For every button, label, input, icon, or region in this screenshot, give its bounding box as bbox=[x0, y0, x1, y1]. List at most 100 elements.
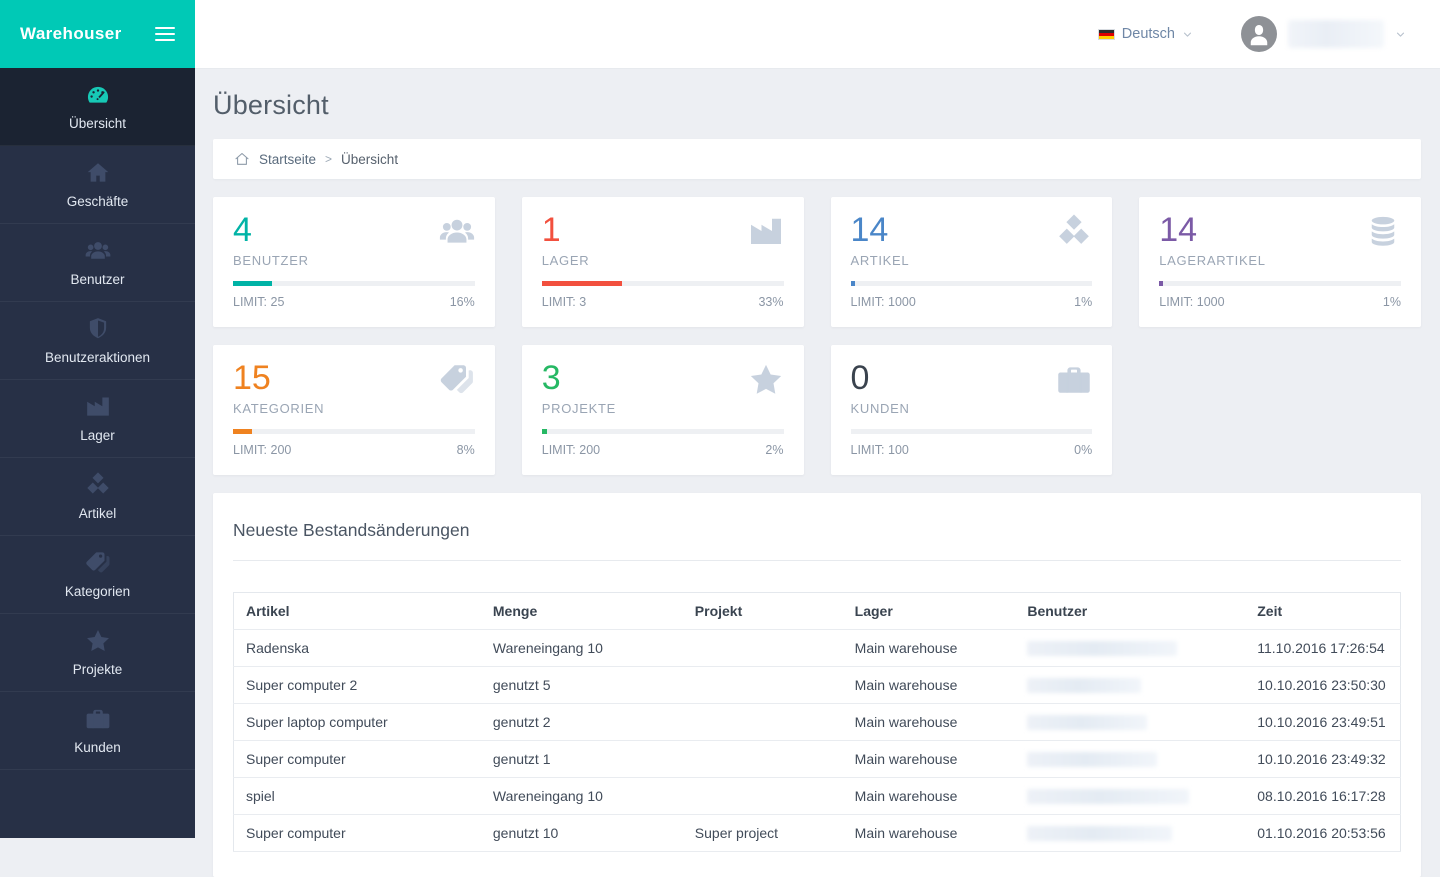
chevron-down-icon bbox=[1395, 29, 1406, 40]
users-icon bbox=[439, 214, 475, 250]
sidebar-item-kunden[interactable]: Kunden bbox=[0, 692, 195, 770]
stat-card-kunden: 0 KUNDEN LIMIT: 100 0% bbox=[830, 345, 1113, 475]
cell-menge: genutzt 1 bbox=[480, 740, 683, 778]
percent-text: 8% bbox=[456, 443, 475, 457]
app-logo: Warehouser bbox=[0, 0, 195, 68]
limit-progressbar bbox=[850, 429, 1093, 434]
table-row: Radenska Wareneingang 10 Main warehouse 11.… bbox=[233, 629, 1401, 667]
benutzer-redacted bbox=[1027, 825, 1173, 841]
factory-icon bbox=[748, 214, 784, 250]
app-title: Warehouser bbox=[20, 24, 122, 43]
cell-artikel: Super laptop computer bbox=[233, 703, 481, 741]
factory-icon bbox=[85, 394, 111, 420]
cell-benutzer bbox=[1015, 740, 1246, 778]
benutzer-redacted bbox=[1027, 714, 1148, 730]
cell-zeit: 10.10.2016 23:49:51 bbox=[1245, 703, 1401, 741]
topbar: Deutsch bbox=[195, 0, 1440, 68]
table-row: Super computer 2 genutzt 5 Main warehouse 1… bbox=[233, 666, 1401, 704]
star-icon bbox=[748, 362, 784, 398]
sidebar-item-kategorien[interactable]: Kategorien bbox=[0, 536, 195, 614]
stat-value: 4 bbox=[233, 211, 252, 249]
limit-progressbar bbox=[233, 281, 475, 286]
cell-benutzer bbox=[1015, 629, 1246, 667]
sidebar-item-artikel[interactable]: Artikel bbox=[0, 458, 195, 536]
limit-text: LIMIT: 200 bbox=[541, 443, 601, 457]
main-content: Übersicht Startseite > Übersicht 4 BENUTZ… bbox=[195, 68, 1440, 877]
stat-label: BENUTZER bbox=[233, 253, 309, 268]
stat-label: LAGER bbox=[541, 253, 590, 268]
percent-text: 1% bbox=[1074, 295, 1093, 309]
limit-text: LIMIT: 1000 bbox=[850, 295, 916, 309]
sidebar-item-geschaefte[interactable]: Geschäfte bbox=[0, 146, 195, 224]
stat-value: 0 bbox=[850, 359, 870, 397]
limit-text: LIMIT: 3 bbox=[541, 295, 587, 309]
stats-cards: 4 BENUTZER LIMIT: 25 16% 1 LAGER LIMIT: 3 33% 14… bbox=[213, 197, 1421, 475]
menu-icon[interactable] bbox=[155, 27, 175, 41]
sidebar-item-label: Lager bbox=[80, 428, 115, 443]
stat-label: KUNDEN bbox=[850, 401, 910, 416]
cell-projekt bbox=[682, 777, 843, 815]
column-header-menge: Menge bbox=[480, 592, 683, 630]
cell-menge: genutzt 10 bbox=[480, 814, 683, 852]
recent-changes-panel: Neueste Bestandsänderungen Artikel Menge P… bbox=[213, 493, 1421, 877]
table-row: Super laptop computer genutzt 2 Main wareh… bbox=[233, 703, 1401, 741]
sidebar-item-label: Projekte bbox=[72, 662, 123, 677]
cell-lager: Main warehouse bbox=[842, 666, 1016, 704]
percent-text: 33% bbox=[758, 295, 784, 309]
home-icon bbox=[85, 160, 111, 186]
sidebar-item-projekte[interactable]: Projekte bbox=[0, 614, 195, 692]
cell-artikel: Super computer bbox=[233, 740, 481, 778]
user-menu[interactable] bbox=[1241, 16, 1406, 52]
limit-text: LIMIT: 25 bbox=[233, 295, 285, 309]
limit-text: LIMIT: 1000 bbox=[1159, 295, 1225, 309]
cell-artikel: Super computer 2 bbox=[233, 666, 481, 704]
cubes-icon bbox=[85, 472, 111, 498]
cell-zeit: 08.10.2016 16:17:28 bbox=[1245, 777, 1401, 815]
limit-text: LIMIT: 100 bbox=[850, 443, 909, 457]
cell-menge: genutzt 2 bbox=[480, 703, 683, 741]
sidebar: Warehouser Übersicht Geschäfte Benutzer Ben… bbox=[0, 0, 195, 838]
language-label: Deutsch bbox=[1121, 26, 1175, 42]
database-icon bbox=[1365, 214, 1401, 250]
cell-artikel: spiel bbox=[233, 777, 481, 815]
cell-projekt bbox=[682, 666, 843, 704]
stat-label: KATEGORIEN bbox=[233, 401, 325, 416]
column-header-zeit: Zeit bbox=[1245, 592, 1401, 630]
sidebar-item-benutzer[interactable]: Benutzer bbox=[0, 224, 195, 302]
benutzer-redacted bbox=[1027, 788, 1190, 804]
limit-progressbar bbox=[541, 429, 784, 434]
breadcrumb-startseite[interactable]: Startseite bbox=[259, 152, 316, 167]
shield-icon bbox=[85, 316, 111, 342]
column-header-artikel: Artikel bbox=[233, 592, 481, 630]
column-header-projekt: Projekt bbox=[682, 592, 843, 630]
language-selector[interactable]: Deutsch bbox=[1097, 26, 1193, 42]
stat-card-benutzer: 4 BENUTZER LIMIT: 25 16% bbox=[213, 197, 495, 327]
stat-card-lagerartikel: 14 LAGERARTIKEL LIMIT: 1000 1% bbox=[1139, 197, 1421, 327]
cell-lager: Main warehouse bbox=[842, 740, 1016, 778]
column-header-benutzer: Benutzer bbox=[1015, 592, 1246, 630]
cubes-icon bbox=[1056, 214, 1092, 250]
cell-lager: Main warehouse bbox=[842, 814, 1016, 852]
benutzer-redacted bbox=[1027, 640, 1178, 656]
avatar bbox=[1241, 16, 1277, 52]
sidebar-item-label: Artikel bbox=[78, 506, 117, 521]
column-header-lager: Lager bbox=[842, 592, 1016, 630]
cell-lager: Main warehouse bbox=[842, 703, 1016, 741]
sidebar-item-label: Übersicht bbox=[68, 116, 127, 131]
sidebar-item-lager[interactable]: Lager bbox=[0, 380, 195, 458]
german-flag-icon bbox=[1097, 28, 1115, 40]
cell-artikel: Super computer bbox=[233, 814, 481, 852]
tags-icon bbox=[85, 550, 111, 576]
dashboard-icon bbox=[85, 82, 111, 108]
stat-value: 1 bbox=[541, 211, 561, 249]
cell-zeit: 11.10.2016 17:26:54 bbox=[1245, 629, 1401, 667]
cell-benutzer bbox=[1015, 666, 1246, 704]
cell-zeit: 10.10.2016 23:49:32 bbox=[1245, 740, 1401, 778]
sidebar-item-label: Kategorien bbox=[64, 584, 131, 599]
tags-icon bbox=[439, 362, 475, 398]
stat-card-lager: 1 LAGER LIMIT: 3 33% bbox=[521, 197, 804, 327]
sidebar-item-uebersicht[interactable]: Übersicht bbox=[0, 68, 195, 146]
stat-card-artikel: 14 ARTIKEL LIMIT: 1000 1% bbox=[830, 197, 1113, 327]
cell-zeit: 10.10.2016 23:50:30 bbox=[1245, 666, 1401, 704]
sidebar-item-benutzeraktionen[interactable]: Benutzeraktionen bbox=[0, 302, 195, 380]
